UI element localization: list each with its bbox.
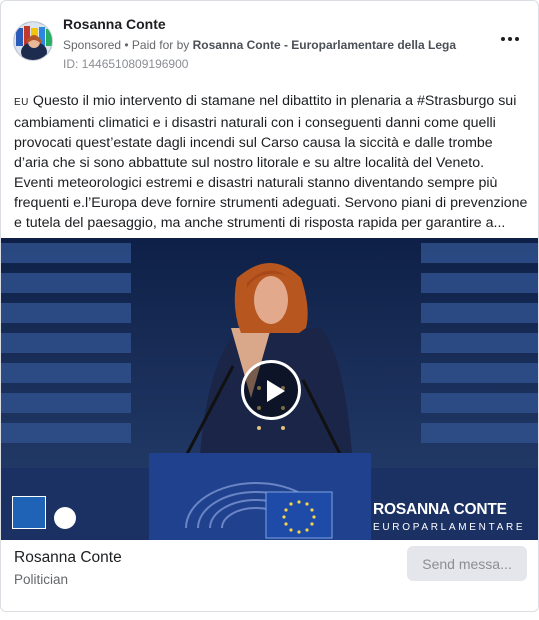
ad-header: Rosanna Conte Sponsored • Paid for by Ro… — [13, 11, 528, 71]
lega-logo-icon — [12, 496, 46, 529]
sponsored-label: Sponsored — [63, 38, 122, 52]
separator: • — [121, 38, 132, 52]
advertiser-info: Rosanna Conte Sponsored • Paid for by Ro… — [63, 15, 503, 72]
ad-footer: Rosanna Conte Politician Send messa... — [1, 540, 538, 611]
page-name[interactable]: Rosanna Conte — [14, 548, 122, 568]
page-category: Politician — [14, 572, 69, 587]
advertiser-avatar[interactable] — [13, 21, 53, 61]
paid-for-prefix: Paid for by — [131, 38, 193, 52]
salvini-logo-icon — [54, 507, 76, 529]
brand-name: ROSANNA CONTE — [373, 501, 507, 518]
more-options-icon[interactable] — [498, 31, 522, 47]
sponsored-line: Sponsored • Paid for by Rosanna Conte - … — [63, 37, 503, 53]
ad-card: Rosanna Conte Sponsored • Paid for by Ro… — [0, 0, 539, 612]
ad-id: ID: 1446510809196900 — [63, 57, 189, 71]
play-icon[interactable] — [241, 360, 301, 420]
paid-for-by: Rosanna Conte - Europarlamentare della L… — [192, 38, 457, 52]
video-brand: ROSANNA CONTE EUROPARLAMENTARE — [373, 501, 533, 535]
send-message-button[interactable]: Send messa... — [407, 546, 527, 581]
ad-body-text: EU Questo il mio intervento di stamane ne… — [14, 91, 529, 233]
body-paragraph: Eventi meteorologici estremi e disastri … — [14, 175, 528, 231]
brand-subtitle: EUROPARLAMENTARE — [373, 522, 526, 533]
body-line: Questo il mio intervento di stamane nel … — [14, 93, 517, 171]
eu-flag-icon: EU — [14, 97, 29, 108]
advertiser-name[interactable]: Rosanna Conte — [63, 15, 503, 33]
video-thumbnail[interactable]: ROSANNA CONTE EUROPARLAMENTARE — [1, 238, 538, 540]
body-paragraph: EU Questo il mio intervento di stamane ne… — [14, 91, 529, 173]
